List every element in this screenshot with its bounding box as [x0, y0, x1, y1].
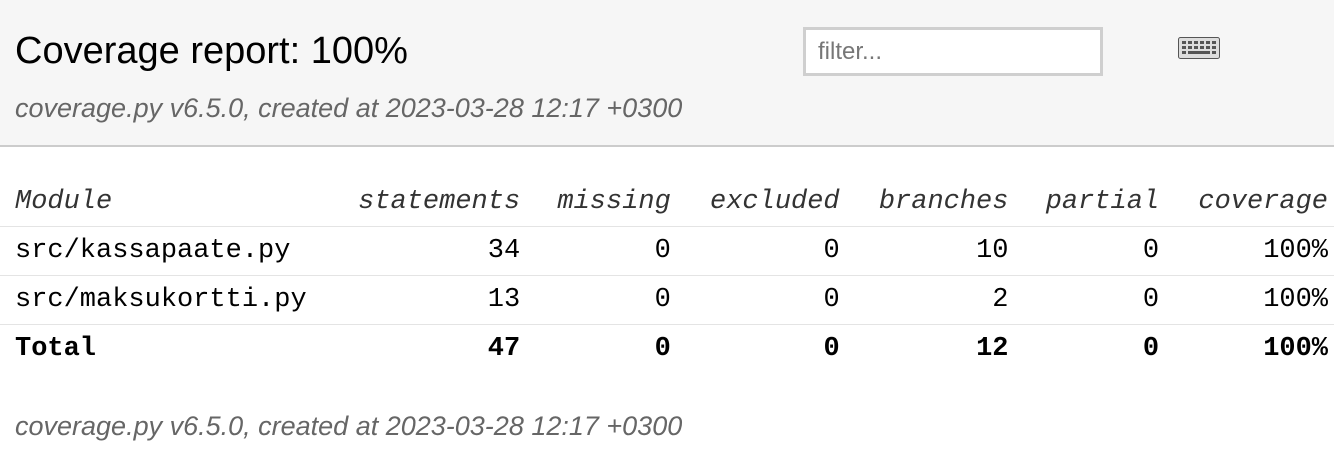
column-header-partial[interactable]: partial	[1014, 178, 1166, 227]
module-link[interactable]: src/maksukortti.py	[15, 285, 307, 315]
table-row: src/kassapaate.py 34 0 0 10 0 100%	[0, 226, 1334, 276]
keyboard-icon[interactable]	[1178, 37, 1220, 59]
table-row: src/maksukortti.py 13 0 0 2 0 100%	[0, 275, 1334, 325]
total-coverage: 100%	[1263, 334, 1328, 364]
coverage-cell: 100%	[1165, 275, 1334, 325]
table-header-row: Module statements missing excluded branc…	[0, 178, 1334, 227]
partial-cell: 0	[1014, 275, 1166, 325]
statements-cell: 34	[321, 226, 527, 276]
branches-cell: 10	[845, 226, 1015, 276]
module-cell: src/kassapaate.py	[0, 226, 321, 276]
header-meta-text: coverage.py v6.5.0, created at 2023-03-2…	[15, 93, 683, 123]
total-branches: 12	[976, 334, 1009, 364]
missing-cell: 0	[526, 226, 677, 276]
column-header-excluded[interactable]: excluded	[676, 178, 846, 227]
column-header-statements[interactable]: statements	[321, 178, 527, 227]
column-header-module[interactable]: Module	[0, 178, 321, 227]
module-cell: src/maksukortti.py	[0, 275, 321, 325]
coverage-cell: 100%	[1165, 226, 1334, 276]
total-partial: 0	[1142, 334, 1160, 364]
page-title: Coverage report: 100%	[15, 30, 408, 72]
coverage-table: Module statements missing excluded branc…	[0, 178, 1334, 373]
excluded-cell: 0	[676, 226, 846, 276]
column-header-missing[interactable]: missing	[526, 178, 677, 227]
column-header-coverage[interactable]: coverage	[1165, 178, 1334, 227]
missing-cell: 0	[526, 275, 677, 325]
total-excluded: 0	[823, 334, 840, 364]
total-row: Total 47 0 0 12 0 100%	[0, 325, 1334, 374]
total-label: Total	[15, 334, 97, 364]
partial-cell: 0	[1014, 226, 1166, 276]
report-header: Coverage report: 100% coverage.py v6.5.0…	[0, 0, 1334, 147]
total-missing: 0	[654, 334, 671, 364]
statements-cell: 13	[321, 275, 527, 325]
filter-input[interactable]	[803, 27, 1103, 76]
module-link[interactable]: src/kassapaate.py	[15, 236, 290, 266]
branches-cell: 2	[845, 275, 1015, 325]
total-statements: 47	[487, 334, 521, 364]
footer-meta-text: coverage.py v6.5.0, created at 2023-03-2…	[15, 411, 683, 441]
excluded-cell: 0	[676, 275, 846, 325]
column-header-branches[interactable]: branches	[845, 178, 1015, 227]
